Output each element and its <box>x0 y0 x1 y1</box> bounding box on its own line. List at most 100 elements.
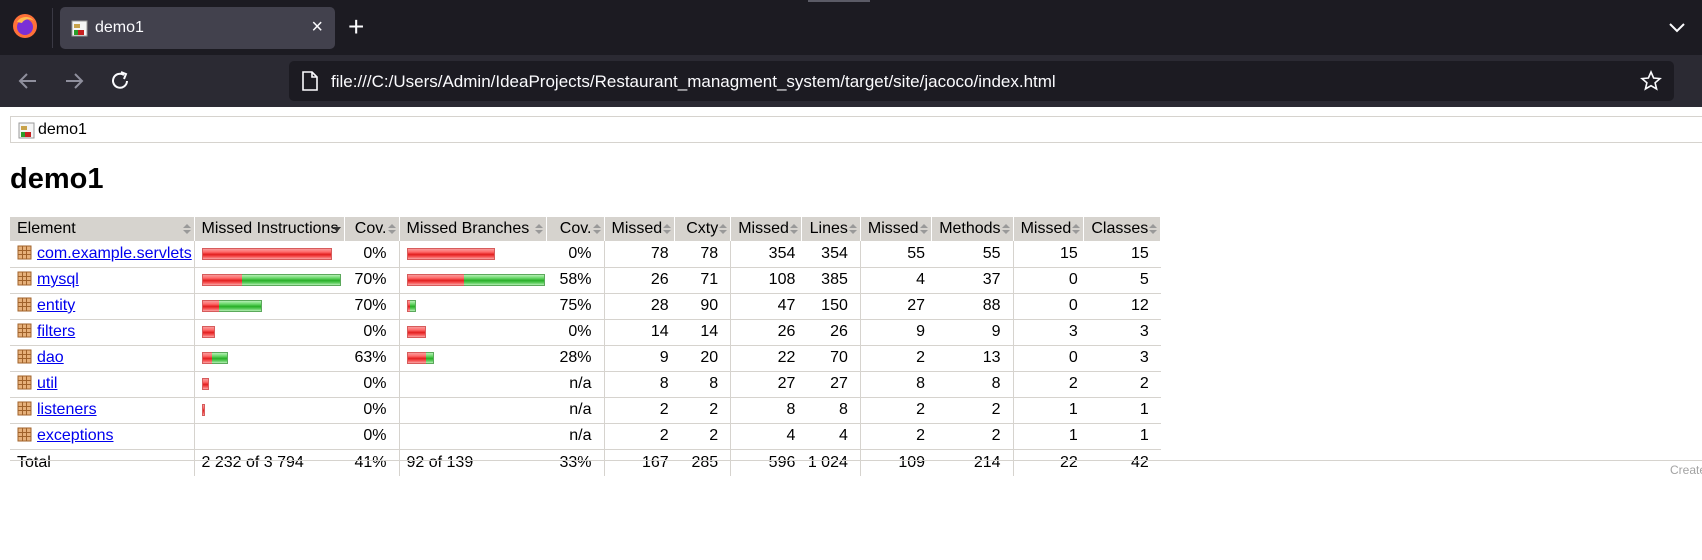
instructions-cov: 0% <box>344 319 400 346</box>
missed-bar <box>201 274 242 286</box>
branches-cov: 0% <box>546 319 605 346</box>
footer-divider <box>10 460 1702 461</box>
back-arrow-icon[interactable] <box>15 68 41 94</box>
missed-classes-cell: 15 <box>1013 241 1084 268</box>
table-row: filters 0% 0% 14 14 26 26 9 9 3 3 <box>10 319 1161 346</box>
classes-cell: 12 <box>1083 293 1161 320</box>
reload-icon[interactable] <box>107 68 133 94</box>
header-classes[interactable]: Classes <box>1083 217 1162 241</box>
sort-icon <box>663 224 672 234</box>
instructions-bar-cell <box>194 241 344 268</box>
header-missed-classes[interactable]: Missed <box>1013 217 1085 241</box>
cxty-cell: 90 <box>674 293 732 320</box>
branches-cov: 28% <box>546 345 605 372</box>
package-icon <box>17 271 32 286</box>
missed-cxty-cell: 28 <box>604 293 675 320</box>
table-row: dao 63% 28% 9 20 22 70 2 13 0 3 <box>10 345 1161 372</box>
package-icon <box>17 323 32 338</box>
classes-cell: 5 <box>1083 267 1161 294</box>
cxty-cell: 78 <box>674 241 732 268</box>
sort-icon <box>182 224 191 234</box>
url-bar[interactable]: file:///C:/Users/Admin/IdeaProjects/Rest… <box>289 61 1674 101</box>
package-link[interactable]: entity <box>37 297 75 314</box>
package-link[interactable]: util <box>37 375 57 392</box>
package-link[interactable]: com.example.servlets <box>37 245 192 262</box>
header-missed-lines[interactable]: Missed <box>730 217 802 241</box>
package-link[interactable]: mysql <box>37 271 79 288</box>
instructions-cov: 63% <box>344 345 400 372</box>
classes-cell: 3 <box>1083 345 1161 372</box>
header-element[interactable]: Element <box>10 217 195 241</box>
jacoco-favicon-icon <box>71 20 88 37</box>
covered-bar <box>409 300 416 312</box>
header-cxty[interactable]: Cxty <box>674 217 732 241</box>
lines-cell: 70 <box>801 345 861 372</box>
missed-bar <box>201 247 332 260</box>
instructions-coverage-bar <box>201 274 345 286</box>
instructions-bar-cell <box>194 371 344 398</box>
tab-demo1[interactable]: demo1 × <box>60 7 335 49</box>
classes-cell: 1 <box>1083 397 1161 424</box>
package-link[interactable]: exceptions <box>37 427 114 444</box>
tab-close-icon[interactable]: × <box>311 16 323 38</box>
instructions-bar-cell <box>194 293 344 320</box>
url-text[interactable]: file:///C:/Users/Admin/IdeaProjects/Rest… <box>331 72 1056 92</box>
missed-classes-cell: 1 <box>1013 397 1084 424</box>
instructions-cov: 0% <box>344 423 400 450</box>
new-tab-button[interactable]: + <box>348 12 364 42</box>
package-link[interactable]: filters <box>37 323 75 340</box>
package-link[interactable]: listeners <box>37 401 97 418</box>
header-missed-branches[interactable]: Missed Branches <box>399 217 547 241</box>
lines-cell: 150 <box>801 293 861 320</box>
header-missed-methods[interactable]: Missed <box>860 217 932 241</box>
methods-cell: 88 <box>931 293 1014 320</box>
firefox-logo-icon[interactable] <box>12 13 38 39</box>
lines-cell: 8 <box>801 397 861 424</box>
instructions-bar-cell <box>194 423 344 450</box>
branches-cov: 58% <box>546 267 605 294</box>
branches-coverage-bar <box>406 247 547 260</box>
total-missed-classes: 22 <box>1059 453 1078 471</box>
forward-arrow-icon[interactable] <box>61 68 87 94</box>
total-branches-missed: 92 of 139 <box>406 453 474 471</box>
covered-bar <box>425 352 434 364</box>
instructions-cov: 0% <box>344 241 400 268</box>
missed-methods-cell: 2 <box>860 345 932 372</box>
missed-cxty-cell: 26 <box>604 267 675 294</box>
tab-separator <box>52 8 53 48</box>
missed-classes-cell: 0 <box>1013 345 1084 372</box>
package-icon <box>17 245 32 260</box>
methods-cell: 2 <box>931 397 1014 424</box>
missed-bar <box>406 247 495 260</box>
instructions-coverage-bar <box>201 326 345 338</box>
methods-cell: 13 <box>931 345 1014 372</box>
header-missed-instructions[interactable]: Missed Instructions <box>194 217 345 241</box>
missed-cxty-cell: 2 <box>604 397 675 424</box>
header-cov-branches[interactable]: Cov. <box>546 217 605 241</box>
missed-bar <box>406 274 464 286</box>
instructions-bar-cell <box>194 345 345 372</box>
classes-cell: 15 <box>1083 241 1161 268</box>
header-lines[interactable]: Lines <box>801 217 861 241</box>
branches-coverage-bar <box>406 274 547 286</box>
header-methods[interactable]: Methods <box>931 217 1014 241</box>
browser-tab-strip: demo1 × + <box>0 0 1702 55</box>
element-cell: mysql <box>10 267 195 294</box>
methods-cell: 37 <box>931 267 1014 294</box>
instructions-coverage-bar <box>201 352 345 364</box>
browser-navigation-bar: file:///C:/Users/Admin/IdeaProjects/Rest… <box>0 55 1702 107</box>
methods-cell: 2 <box>931 423 1014 450</box>
header-missed-cxty[interactable]: Missed <box>604 217 676 241</box>
chevron-down-icon[interactable] <box>1666 16 1688 38</box>
branches-coverage-bar <box>406 326 547 338</box>
cxty-cell: 2 <box>674 423 732 450</box>
missed-lines-cell: 47 <box>730 293 802 320</box>
branches-bar-cell <box>399 397 546 424</box>
bookmark-star-icon[interactable] <box>1640 70 1662 92</box>
cxty-cell: 71 <box>674 267 732 294</box>
classes-cell: 2 <box>1083 371 1161 398</box>
sort-icon <box>1001 224 1010 234</box>
header-cov-instructions[interactable]: Cov. <box>344 217 400 241</box>
package-link[interactable]: dao <box>37 349 64 366</box>
classes-cell: 3 <box>1083 319 1161 346</box>
